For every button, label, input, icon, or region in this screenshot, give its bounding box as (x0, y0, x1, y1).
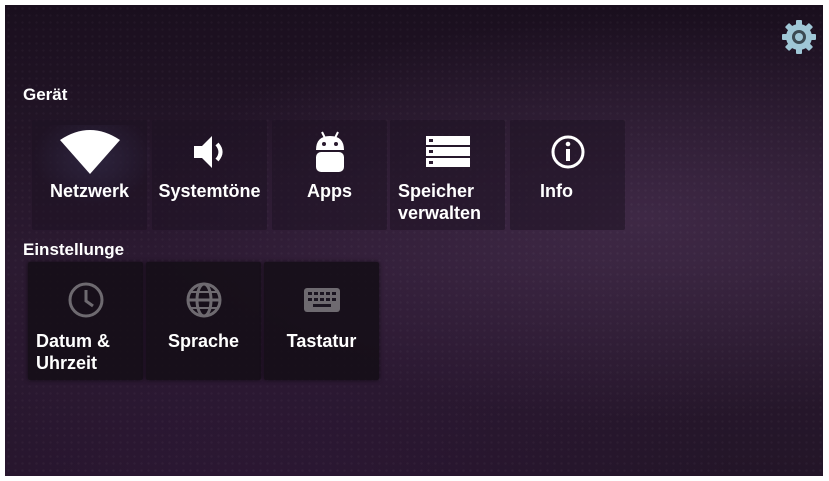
section-title-device: Gerät (23, 85, 68, 104)
speaker-icon (152, 128, 267, 176)
tile-netzwerk[interactable]: Netzwerk (32, 120, 147, 230)
tile-sprache[interactable]: Sprache (146, 262, 261, 380)
tile-label: Sprache (167, 331, 240, 351)
tile-label: Info (540, 181, 573, 201)
tile-label: Netzwerk (49, 181, 130, 201)
tile-label: Apps (307, 181, 352, 201)
tile-datum-uhrzeit[interactable]: Datum & Uhrzeit (28, 262, 143, 380)
tile-speicher[interactable]: Speicher verwalten (390, 120, 505, 230)
tile-label: Systemtöne (158, 181, 261, 201)
storage-icon (390, 128, 505, 176)
tile-apps[interactable]: Apps (272, 120, 387, 230)
tile-systemtoene[interactable]: Systemtöne (152, 120, 267, 230)
tile-label: Tastatur (286, 331, 357, 351)
keyboard-icon (264, 276, 379, 324)
tile-label: Speicher verwalten (398, 181, 482, 223)
wifi-icon (32, 128, 147, 176)
tile-label: Datum & Uhrzeit (36, 331, 111, 373)
clock-icon (28, 276, 143, 324)
globe-icon (146, 276, 261, 324)
android-icon (272, 128, 387, 176)
info-icon (510, 128, 625, 176)
settings-screen: Gerät Netzwerk Systemtöne Apps Speicher … (5, 5, 823, 476)
section-title-settings: Einstellunge (23, 240, 125, 259)
tile-info[interactable]: Info (510, 120, 625, 230)
tile-tastatur[interactable]: Tastatur (264, 262, 379, 380)
settings-gear-icon[interactable] (779, 17, 819, 57)
